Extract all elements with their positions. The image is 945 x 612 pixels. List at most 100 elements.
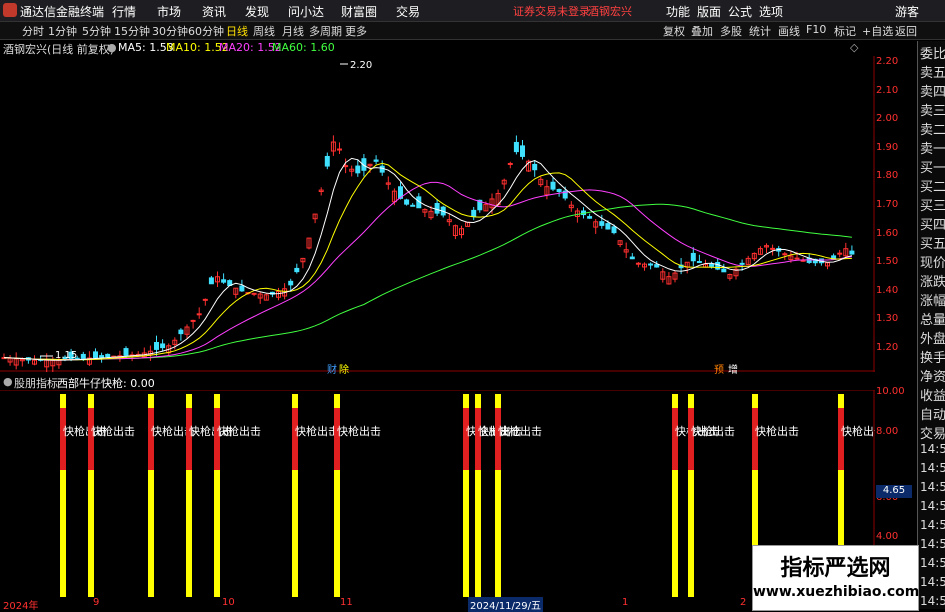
- quote-field-label: 委比: [920, 47, 945, 62]
- candle-body: [690, 252, 696, 262]
- candle-body: [605, 223, 611, 230]
- event-tag-increase[interactable]: 增: [728, 361, 738, 376]
- candle-body: [629, 256, 635, 260]
- signal-label: 快枪出击: [217, 424, 261, 438]
- menu-item-quotes[interactable]: 行情: [112, 3, 136, 20]
- ma-toggle-icon[interactable]: ●: [107, 41, 117, 54]
- candle-body: [709, 263, 715, 267]
- candle-body: [434, 203, 440, 214]
- btn-draw[interactable]: 画线: [778, 23, 800, 39]
- signal-label: 快枪出击: [755, 424, 799, 438]
- watermark: 指标严选网 www.xuezhibiao.com: [752, 545, 919, 611]
- sub-chart-header: ● 股朋指标 西部牛仔快枪: 0.00: [0, 375, 870, 391]
- quote-field-label: 卖四: [920, 85, 945, 100]
- menu-formula[interactable]: 公式: [728, 3, 752, 20]
- btn-overlay[interactable]: 叠加: [691, 23, 713, 39]
- menu-options[interactable]: 选项: [759, 3, 783, 20]
- stock-title[interactable]: 酒钢宏兴(日线 前复权): [3, 41, 114, 57]
- btn-back[interactable]: 返回: [895, 23, 917, 39]
- signal-label: 快枪出击: [91, 424, 135, 438]
- menu-item-news[interactable]: 资讯: [202, 3, 226, 20]
- period-weekly[interactable]: 周线: [253, 23, 275, 39]
- candle-body: [324, 155, 330, 167]
- candle-body: [648, 263, 654, 266]
- quote-field-label[interactable]: 自动: [920, 404, 945, 423]
- price-tick: 1.30: [876, 313, 899, 325]
- candle-body: [550, 181, 556, 190]
- quote-field-label: 买二: [920, 180, 945, 195]
- current-stock-notice[interactable]: 酒钢宏兴: [588, 3, 632, 19]
- price-tick: 1.90: [876, 141, 899, 153]
- kline-chart[interactable]: 2.20 1.15: [0, 56, 875, 372]
- date-label: 10: [222, 597, 235, 608]
- quote-field-label: 涨幅: [920, 294, 945, 309]
- btn-mark[interactable]: 标记: [834, 23, 856, 39]
- btn-add-watch[interactable]: +自选: [862, 23, 893, 39]
- ma60-value: MA60: 1.60: [272, 41, 335, 54]
- high-label: 2.20: [350, 60, 372, 71]
- period-5min[interactable]: 5分钟: [82, 23, 111, 39]
- period-60min[interactable]: 60分钟: [188, 23, 224, 39]
- event-tag-finance[interactable]: 财: [327, 361, 337, 376]
- quote-field-label: 卖五: [920, 66, 945, 81]
- quote-field-label: 买三: [920, 199, 945, 214]
- candle-body: [373, 159, 379, 162]
- candle-body: [93, 351, 98, 359]
- menu-item-discover[interactable]: 发现: [245, 3, 269, 20]
- candle-body: [99, 355, 105, 358]
- candle-body: [410, 204, 416, 207]
- candle-body: [513, 141, 519, 153]
- candle-body: [696, 261, 702, 264]
- menu-item-market[interactable]: 市场: [157, 3, 181, 20]
- quote-field-label[interactable]: 交易: [920, 423, 945, 442]
- event-tag-exright[interactable]: 除: [339, 361, 349, 376]
- period-tick[interactable]: 分时: [22, 23, 44, 39]
- quote-field-label: 涨跌: [920, 275, 945, 290]
- period-1min[interactable]: 1分钟: [48, 23, 77, 39]
- period-daily[interactable]: 日线: [226, 23, 248, 39]
- signal-bar-top: [186, 408, 192, 470]
- settings-icon[interactable]: ◇: [850, 41, 858, 54]
- period-monthly[interactable]: 月线: [282, 23, 304, 39]
- price-tick: 1.20: [876, 342, 899, 353]
- price-tick: 1.50: [876, 256, 899, 268]
- candle-body: [837, 252, 843, 255]
- btn-f10[interactable]: F10: [806, 23, 826, 36]
- indicator-chart[interactable]: 快枪出击快枪出击 快枪出击快枪出击快枪出击 快枪出击快枪出击 快枪出击快枪出击 快枪出击…: [0, 390, 875, 597]
- quote-field-label: 卖二: [920, 123, 945, 138]
- menu-item-wealth[interactable]: 财富圈: [341, 3, 377, 20]
- candle-body: [105, 353, 111, 358]
- quote-field-label: 收益: [920, 389, 945, 404]
- period-more[interactable]: 更多: [345, 23, 367, 39]
- indicator-name[interactable]: 股朋指标: [14, 375, 58, 391]
- event-tag-forecast[interactable]: 预: [714, 361, 724, 376]
- quote-field-label: 换手: [920, 351, 945, 366]
- trade-login-notice[interactable]: 证券交易未登录: [513, 3, 590, 19]
- quote-field-label: 净资: [920, 370, 945, 385]
- signal-bar-top: [475, 408, 481, 470]
- user-guest[interactable]: 游客: [895, 3, 919, 20]
- candle-body: [123, 348, 129, 356]
- period-toolbar: 分时 1分钟 5分钟 15分钟 30分钟 60分钟 日线 周线 月线 多周期 更…: [0, 22, 945, 40]
- candle-body: [782, 253, 788, 256]
- period-multi[interactable]: 多周期: [309, 23, 342, 39]
- menu-item-ask[interactable]: 问小达: [288, 3, 324, 20]
- app-logo-icon: [3, 3, 17, 17]
- menu-item-trade[interactable]: 交易: [396, 3, 420, 20]
- indicator-formula: 西部牛仔快枪: 0.00: [57, 377, 155, 390]
- indicator-tick: 8.00: [876, 426, 899, 437]
- quote-field-label: 卖三: [920, 104, 945, 119]
- menu-layout[interactable]: 版面: [697, 3, 721, 20]
- signal-label: 快枪出击: [337, 424, 381, 438]
- btn-multi-stock[interactable]: 多股: [720, 23, 742, 39]
- menu-function[interactable]: 功能: [666, 3, 690, 20]
- signal-bar-top: [60, 408, 66, 470]
- indicator-toggle-icon[interactable]: ●: [3, 375, 13, 388]
- candle-body: [611, 226, 617, 234]
- period-30min[interactable]: 30分钟: [152, 23, 188, 39]
- period-15min[interactable]: 15分钟: [114, 23, 150, 39]
- signal-bar-top: [463, 408, 469, 470]
- btn-stats[interactable]: 统计: [749, 23, 771, 39]
- signal-label: 快枪出击: [498, 424, 542, 438]
- btn-adjust[interactable]: 复权: [663, 23, 685, 39]
